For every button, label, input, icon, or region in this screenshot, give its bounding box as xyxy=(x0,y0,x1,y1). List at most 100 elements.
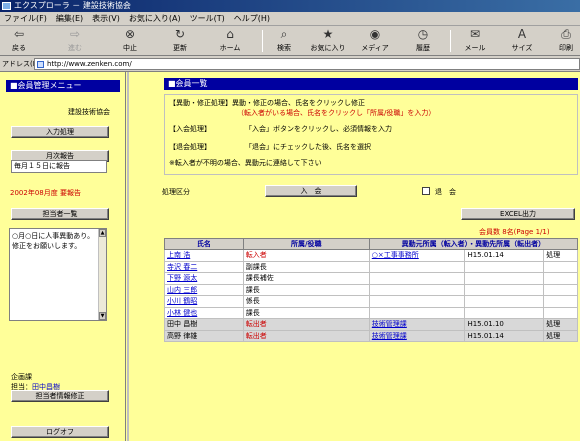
print-button[interactable]: ⎙ 印刷 xyxy=(552,28,580,54)
process-cell[interactable]: 処理 xyxy=(543,249,578,262)
process-cell xyxy=(543,260,578,273)
member-name-link[interactable]: 小川 鶴昭 xyxy=(167,297,197,305)
leave-checkbox[interactable] xyxy=(422,187,430,195)
header-transfer: 異動元所属（転入者）・異動先所属（転出者） xyxy=(368,238,579,250)
member-name-link[interactable]: 上南 浩 xyxy=(167,251,190,259)
mail-icon: ✉ xyxy=(469,27,481,41)
size-button[interactable]: A サイズ xyxy=(508,28,536,54)
input-process-button[interactable]: 入力処理 xyxy=(11,126,109,138)
table-row: 小林 健也 課長 xyxy=(164,306,578,319)
member-name-link[interactable]: 下野 源太 xyxy=(167,274,197,282)
address-input[interactable]: http://www.zenken.com/ xyxy=(34,58,580,70)
monthly-report-value: 毎月１５日に報告 xyxy=(11,160,107,173)
back-arrow-icon: ⇦ xyxy=(13,27,25,41)
member-count: 会員数 8名(Page 1/1) xyxy=(479,228,550,236)
forward-arrow-icon: ⇨ xyxy=(69,27,81,41)
transfer-dept-link[interactable]: ○×工事事務所 xyxy=(372,251,419,259)
member-position: 課長 xyxy=(242,283,370,296)
member-position: 課長補佐 xyxy=(242,272,370,285)
favorites-button[interactable]: ★ お気に入り xyxy=(308,28,348,54)
organization-name: 建設技術協会 xyxy=(68,108,110,116)
manager-list-button[interactable]: 担当者一覧 xyxy=(11,208,109,220)
department-name: 企画課 xyxy=(11,373,32,381)
member-name-link[interactable]: 寺沢 春二 xyxy=(167,263,197,271)
leave-label: 退 会 xyxy=(435,188,456,196)
transfer-date xyxy=(464,260,545,273)
table-row: 上南 浩 転入者 ○×工事事務所 H15.01.14 処理 xyxy=(164,249,578,262)
media-icon: ◉ xyxy=(369,27,381,41)
menu-help[interactable]: ヘルプ(H) xyxy=(234,13,270,24)
search-icon: ⌕ xyxy=(280,27,288,41)
search-button[interactable]: ⌕ 検索 xyxy=(270,28,298,54)
member-table: 氏名 所属/役職 異動元所属（転入者）・異動先所属（転出者） 上南 浩 転入者 … xyxy=(164,238,579,342)
media-button[interactable]: ◉ メディア xyxy=(360,28,390,54)
process-cell xyxy=(543,272,578,285)
back-button[interactable]: ⇦ 戻る xyxy=(6,28,32,54)
join-button[interactable]: 入 会 xyxy=(265,185,357,197)
refresh-icon: ↻ xyxy=(174,27,186,41)
address-bar: アドレス(D) http://www.zenken.com/ xyxy=(0,56,580,72)
memo-scrollbar[interactable]: ▲ ▼ xyxy=(98,229,106,320)
page-icon xyxy=(37,61,44,68)
member-name-link[interactable]: 小林 健也 xyxy=(167,309,197,317)
sidebar-title: ■会員管理メニュー xyxy=(6,80,120,92)
member-name-link[interactable]: 山内 三郎 xyxy=(167,286,197,294)
menu-edit[interactable]: 編集(E) xyxy=(56,13,83,24)
transfer-dept-link[interactable]: 技術管理課 xyxy=(372,320,407,328)
scroll-down-icon[interactable]: ▼ xyxy=(99,312,106,320)
member-position: 転出者 xyxy=(242,318,370,331)
transfer-date: H15.01.10 xyxy=(464,318,545,331)
menu-tools[interactable]: ツール(T) xyxy=(190,13,225,24)
transfer-dept xyxy=(368,260,466,273)
memo-textarea[interactable]: ○月○日に人事異動あり。修正をお願いします。 ▲ ▼ xyxy=(9,228,107,321)
header-position: 所属/役職 xyxy=(242,238,370,250)
member-position: 課長 xyxy=(242,306,370,319)
member-name: 高野 律雄 xyxy=(164,329,244,342)
stop-icon: ⊗ xyxy=(124,27,136,41)
process-cell[interactable]: 処理 xyxy=(543,329,578,342)
table-row: 高野 律雄 転出者 技術管理課 H15.01.14 処理 xyxy=(164,329,578,342)
logoff-button[interactable]: ログオフ xyxy=(11,426,109,438)
history-button[interactable]: ◷ 履歴 xyxy=(410,28,436,54)
transfer-date: H15.01.14 xyxy=(464,249,545,262)
toolbar-separator xyxy=(262,30,263,52)
sidebar: ■会員管理メニュー 建設技術協会 入力処理 月次報告 毎月１５日に報告 2002… xyxy=(0,72,126,441)
stop-button[interactable]: ⊗ 中止 xyxy=(117,28,143,54)
process-cell[interactable]: 処理 xyxy=(543,318,578,331)
transfer-date: H15.01.14 xyxy=(464,329,545,342)
process-type-label: 処理区分 xyxy=(162,188,190,196)
toolbar: ⇦ 戻る ⇨ 進む ⊗ 中止 ↻ 更新 ⌂ ホーム ⌕ 検索 ★ お気に入り ◉ メディア ◷ 履… xyxy=(0,26,580,56)
excel-export-button[interactable]: EXCEL出力 xyxy=(461,208,575,220)
transfer-date xyxy=(464,272,545,285)
home-button[interactable]: ⌂ ホーム xyxy=(215,28,245,54)
process-cell xyxy=(543,283,578,296)
report-status: 2002年08月度 要報告 xyxy=(10,189,81,197)
window-title: エクスプローラ － 建設技術協会 xyxy=(14,1,131,10)
member-name: 田中 昌樹 xyxy=(164,318,244,331)
manager-edit-button[interactable]: 担当者情報修正 xyxy=(11,390,109,402)
address-url: http://www.zenken.com/ xyxy=(47,60,132,68)
member-position: 転出者 xyxy=(242,329,370,342)
transfer-dept xyxy=(368,295,466,308)
table-row: 山内 三郎 課長 xyxy=(164,283,578,296)
transfer-dept xyxy=(368,306,466,319)
main-panel: ■会員一覧 【異動・修正処理】異動・修正の場合、氏名をクリックし修正 （転入者が… xyxy=(127,72,580,441)
table-row: 田中 昌樹 転出者 技術管理課 H15.01.10 処理 xyxy=(164,318,578,331)
transfer-dept-link[interactable]: 技術管理課 xyxy=(372,332,407,340)
menu-view[interactable]: 表示(V) xyxy=(92,13,120,24)
toolbar-separator xyxy=(450,30,451,52)
mail-button[interactable]: ✉ メール xyxy=(460,28,490,54)
refresh-button[interactable]: ↻ 更新 xyxy=(167,28,193,54)
process-cell xyxy=(543,306,578,319)
menu-bar: ファイル(F) 編集(E) 表示(V) お気に入り(A) ツール(T) ヘルプ(… xyxy=(0,12,580,26)
menu-file[interactable]: ファイル(F) xyxy=(4,13,47,24)
page-title: ■会員一覧 xyxy=(164,78,578,90)
transfer-date xyxy=(464,295,545,308)
table-row: 小川 鶴昭 係長 xyxy=(164,295,578,308)
forward-button[interactable]: ⇨ 進む xyxy=(62,28,88,54)
scroll-up-icon[interactable]: ▲ xyxy=(99,229,106,237)
memo-text: ○月○日に人事異動あり。修正をお願いします。 xyxy=(12,232,95,250)
transfer-dept xyxy=(368,272,466,285)
menu-favorites[interactable]: お気に入り(A) xyxy=(129,13,181,24)
table-header-row: 氏名 所属/役職 異動元所属（転入者）・異動先所属（転出者） xyxy=(164,238,579,250)
